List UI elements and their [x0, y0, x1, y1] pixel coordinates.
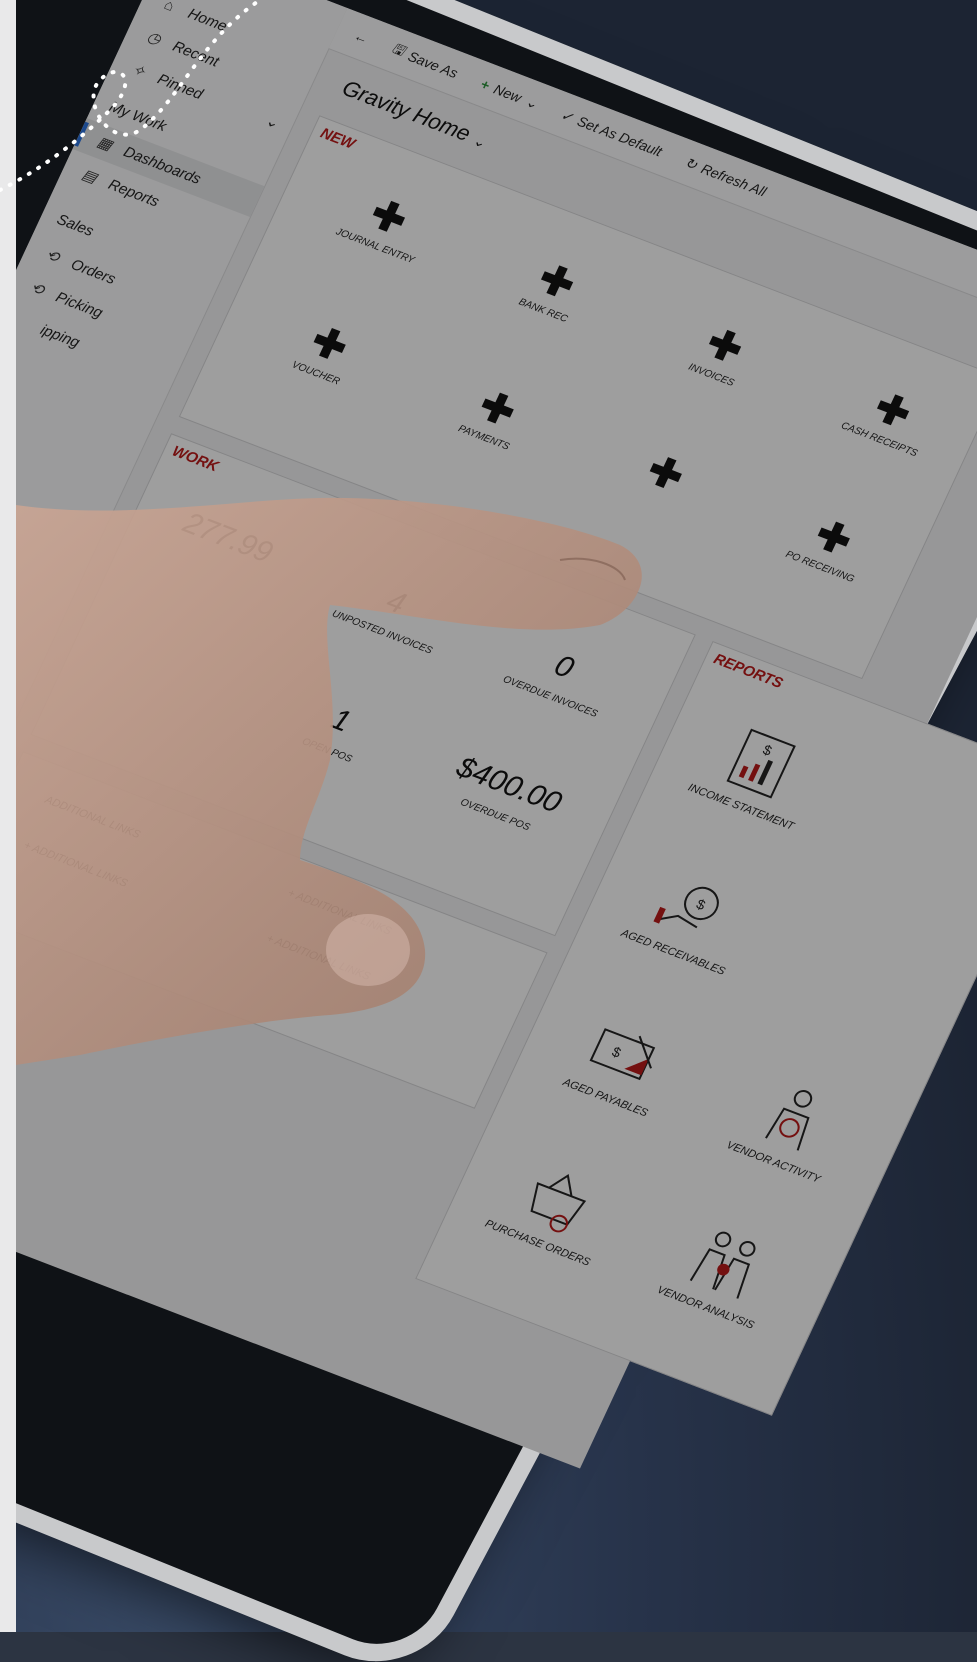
chevron-down-icon: ⌄ — [470, 131, 489, 151]
sidebar-item-label: ipping — [37, 321, 83, 351]
svg-text:$: $ — [694, 896, 708, 913]
tile-payments[interactable]: ✚ PAYMENTS — [411, 364, 575, 470]
additional-link[interactable]: ADDITIONAL LINKS — [43, 794, 142, 841]
refresh-all-button[interactable]: ↻ Refresh All — [682, 154, 769, 200]
app-screen: ☰ ⌂ Home ◷ Recent ✧ Pinned ⌄ My Work ▦ D… — [0, 0, 977, 1469]
metric-value: 277.99 — [178, 506, 278, 570]
refresh-all-label: Refresh All — [698, 160, 769, 200]
panel-title: REPORTS — [710, 650, 786, 692]
metric-overdue-pos[interactable]: $400.00 OVERDUE POS — [413, 740, 595, 851]
panel-title: NEW — [317, 124, 358, 153]
report-vendor-activity[interactable]: VENDOR ACTIVITY — [691, 1056, 888, 1199]
sidebar-group-sales: Sales — [54, 211, 97, 240]
tile-journal-entry[interactable]: ✚ JOURNAL ENTRY — [303, 173, 467, 279]
additional-link[interactable]: + ADDITIONAL LINKS — [22, 839, 130, 889]
vendor-person-icon — [765, 1090, 813, 1151]
arrow-left-icon: ← — [351, 27, 372, 47]
additional-link[interactable]: + ADDITIONAL LINKS — [265, 933, 373, 983]
income-statement-icon: $ — [726, 728, 796, 799]
check-writing-icon: $ — [589, 1028, 656, 1081]
tile-voucher[interactable]: ✚ VOUCHER — [243, 300, 407, 406]
tile-bank-rec[interactable]: ✚ BANK REC — [471, 237, 635, 343]
report-income-statement[interactable]: $ INCOME STATEMENT — [659, 700, 856, 843]
set-as-default-label: Set As Default — [574, 112, 665, 160]
metric-overdue-invoices[interactable]: 0 OVERDUE INVOICES — [468, 622, 650, 733]
new-button[interactable]: + New ⌄ — [478, 75, 541, 112]
left-edge-strip — [0, 0, 16, 1632]
svg-text:$: $ — [761, 741, 775, 758]
two-people-icon — [689, 1231, 756, 1299]
svg-text:$: $ — [610, 1043, 624, 1060]
additional-link[interactable]: + ADDITIONAL LINKS — [286, 887, 394, 937]
metric-unposted-invoices[interactable]: 4 UNPOSTED INVOICES — [300, 557, 482, 668]
tile-po-receiving[interactable]: ✚ PO RECEIVING — [747, 493, 911, 599]
back-button[interactable]: ← — [351, 27, 371, 47]
report-aged-receivables[interactable]: $ AGED RECEIVABLES — [591, 846, 788, 989]
save-as-button[interactable]: 🖫 Save As — [387, 38, 462, 85]
tile-cash-receipts[interactable]: ✚ CASH RECEIPTS — [807, 366, 971, 472]
orders-icon: ⟲ — [42, 246, 62, 267]
plus-icon: + — [478, 75, 493, 94]
money-bag-hand-icon: $ — [653, 886, 719, 929]
metric-open-pos[interactable]: 1 OPEN POS — [245, 675, 427, 786]
picking-icon: ⟲ — [27, 279, 47, 299]
report-vendor-analysis[interactable]: VENDOR ANALYSIS — [624, 1201, 821, 1344]
refresh-icon: ↻ — [682, 153, 701, 173]
sidebar-item-label: Picking — [53, 288, 106, 322]
new-label: New — [491, 80, 525, 106]
save-as-label: Save As — [405, 48, 461, 82]
panel-title: WORK — [169, 442, 221, 476]
report-purchase-orders[interactable]: PURCHASE ORDERS — [456, 1136, 653, 1279]
screen-viewport: ☰ ⌂ Home ◷ Recent ✧ Pinned ⌄ My Work ▦ D… — [0, 0, 977, 1632]
metric-amount[interactable]: 277.99 — [141, 493, 314, 585]
report-aged-payables[interactable]: $ AGED PAYABLES — [523, 991, 720, 1134]
chevron-down-icon: ⌄ — [523, 92, 541, 112]
tile-hidden[interactable]: ✚ — [587, 429, 744, 519]
shopping-basket-icon — [530, 1174, 587, 1233]
sidebar-item-label: Orders — [68, 255, 119, 288]
set-as-default-button[interactable]: ✓ Set As Default — [558, 106, 665, 160]
dotted-decoration — [0, 0, 262, 192]
tile-invoices[interactable]: ✚ INVOICES — [639, 302, 803, 408]
check-icon: ✓ — [558, 106, 577, 125]
plus-icon: ✚ — [640, 447, 691, 500]
